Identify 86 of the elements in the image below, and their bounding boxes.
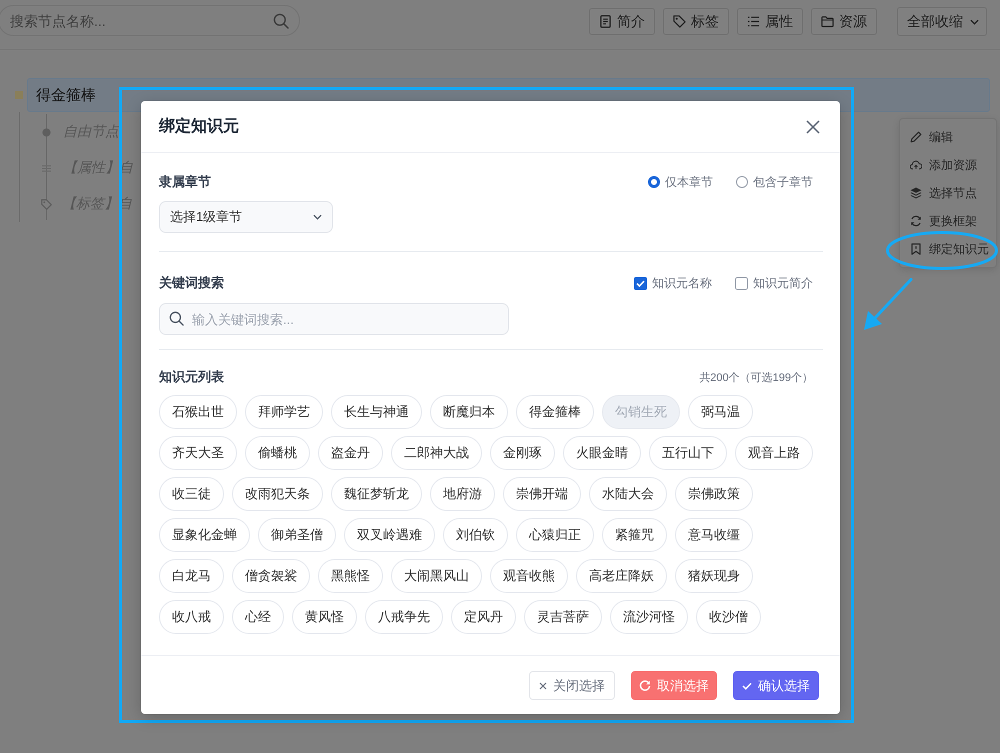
knowledge-unit-tag[interactable]: 得金箍棒	[516, 395, 594, 429]
knowledge-unit-tag[interactable]: 拜师学艺	[245, 395, 323, 429]
search-scope-checkbox[interactable]: 知识元名称	[634, 274, 712, 292]
search-scope-checkbox[interactable]: 知识元简介	[735, 274, 813, 292]
keyword-search-field[interactable]: 输入关键词搜索...	[159, 303, 509, 335]
knowledge-unit-tag[interactable]: 崇佛开端	[503, 477, 581, 511]
knowledge-unit-tag[interactable]: 御弟圣僧	[258, 518, 336, 552]
knowledge-unit-tag[interactable]: 定风丹	[451, 600, 516, 634]
knowledge-unit-tag[interactable]: 五行山下	[649, 436, 727, 470]
knowledge-unit-tag[interactable]: 心猿归正	[516, 518, 594, 552]
confirm-selection-button[interactable]: 确认选择	[733, 671, 819, 700]
knowledge-unit-tag[interactable]: 收八戒	[159, 600, 224, 634]
knowledge-unit-tag[interactable]: 地府游	[430, 477, 495, 511]
knowledge-unit-tag[interactable]: 崇佛政策	[675, 477, 753, 511]
knowledge-unit-tag[interactable]: 魏征梦斩龙	[331, 477, 422, 511]
knowledge-unit-tag[interactable]: 改雨犯天条	[232, 477, 323, 511]
knowledge-unit-tag[interactable]: 显象化金蝉	[159, 518, 250, 552]
refresh-icon	[639, 680, 651, 692]
search-icon	[273, 13, 289, 29]
chapter-select[interactable]: 选择1级章节	[159, 201, 333, 233]
chevron-down-icon	[970, 18, 979, 24]
knowledge-unit-tag[interactable]: 双叉岭遇难	[344, 518, 435, 552]
knowledge-unit-tag[interactable]: 意马收缰	[675, 518, 753, 552]
knowledge-unit-tag[interactable]: 断魔归本	[430, 395, 508, 429]
toolbar-button[interactable]: 简介	[589, 8, 655, 35]
knowledge-unit-tag[interactable]: 僧贪袈裟	[232, 559, 310, 593]
knowledge-unit-tag[interactable]: 流沙河怪	[610, 600, 688, 634]
pencil-icon	[910, 131, 922, 143]
knowledge-unit-tag[interactable]: 石猴出世	[159, 395, 237, 429]
folder-icon	[821, 15, 834, 28]
toolbar-button[interactable]: 资源	[811, 8, 877, 35]
knowledge-unit-tag[interactable]: 猪妖现身	[675, 559, 753, 593]
close-selection-button[interactable]: 关闭选择	[529, 671, 615, 700]
knowledge-unit-tag[interactable]: 灵吉菩萨	[524, 600, 602, 634]
list-icon	[747, 15, 760, 28]
knowledge-unit-tag[interactable]: 紧箍咒	[602, 518, 667, 552]
knowledge-unit-tag[interactable]: 白龙马	[159, 559, 224, 593]
check-icon	[742, 682, 752, 690]
section-label: 知识元列表	[159, 368, 224, 386]
node-marker-icon	[15, 91, 23, 99]
dialog-title: 绑定知识元	[159, 116, 239, 137]
knowledge-unit-tag[interactable]: 长生与神通	[331, 395, 422, 429]
knowledge-unit-tag[interactable]: 弼马温	[688, 395, 753, 429]
knowledge-unit-tag[interactable]: 金刚琢	[490, 436, 555, 470]
knowledge-unit-tag[interactable]: 黄风怪	[292, 600, 357, 634]
knowledge-unit-tag[interactable]: 齐天大圣	[159, 436, 237, 470]
search-icon	[169, 311, 184, 326]
toolbar-button[interactable]: 标签	[663, 8, 729, 35]
knowledge-unit-tag[interactable]: 收三徒	[159, 477, 224, 511]
knowledge-unit-tag[interactable]: 大闹黑风山	[391, 559, 482, 593]
layers-icon	[910, 187, 922, 199]
close-button[interactable]	[804, 118, 822, 136]
pointer-arrow	[863, 278, 913, 331]
context-menu-item[interactable]: 选择节点	[900, 179, 996, 207]
knowledge-unit-tag[interactable]: 收沙僧	[696, 600, 761, 634]
knowledge-unit-tag[interactable]: 刘伯钦	[443, 518, 508, 552]
section-label: 隶属章节	[159, 173, 211, 191]
knowledge-unit-tag[interactable]: 八戒争先	[365, 600, 443, 634]
context-menu-item[interactable]: 更换框架	[900, 207, 996, 235]
close-icon	[539, 682, 547, 690]
context-menu-item[interactable]: 添加资源	[900, 151, 996, 179]
knowledge-unit-tag[interactable]: 观音收熊	[490, 559, 568, 593]
knowledge-unit-tag[interactable]: 观音上路	[735, 436, 813, 470]
cloud-upload-icon	[910, 159, 922, 171]
knowledge-unit-tag[interactable]: 偷蟠桃	[245, 436, 310, 470]
knowledge-unit-tag[interactable]: 水陆大会	[589, 477, 667, 511]
scope-radio[interactable]: 包含子章节	[736, 174, 813, 190]
item-count: 共200个（可选199个）	[699, 370, 814, 384]
refresh-icon	[910, 215, 922, 227]
document-icon	[599, 15, 612, 28]
knowledge-unit-tag[interactable]: 火眼金睛	[563, 436, 641, 470]
scope-radio[interactable]: 仅本章节	[648, 174, 713, 190]
node-search-field[interactable]: 搜索节点名称...	[0, 5, 300, 36]
knowledge-unit-tag[interactable]: 高老庄降妖	[576, 559, 667, 593]
knowledge-unit-tag[interactable]: 心经	[232, 600, 284, 634]
chevron-down-icon	[313, 214, 322, 220]
context-menu-item[interactable]: 编辑	[900, 123, 996, 151]
collapse-select[interactable]: 全部收缩	[897, 7, 987, 36]
section-label: 关键词搜索	[159, 274, 224, 292]
bookmark-icon	[910, 243, 922, 255]
knowledge-unit-tag[interactable]: 二郎神大战	[391, 436, 482, 470]
knowledge-unit-tag[interactable]: 盗金丹	[318, 436, 383, 470]
knowledge-unit-tag[interactable]: 黑熊怪	[318, 559, 383, 593]
toolbar-button[interactable]: 属性	[737, 8, 803, 35]
close-icon	[806, 120, 820, 134]
tag-icon	[673, 15, 686, 28]
